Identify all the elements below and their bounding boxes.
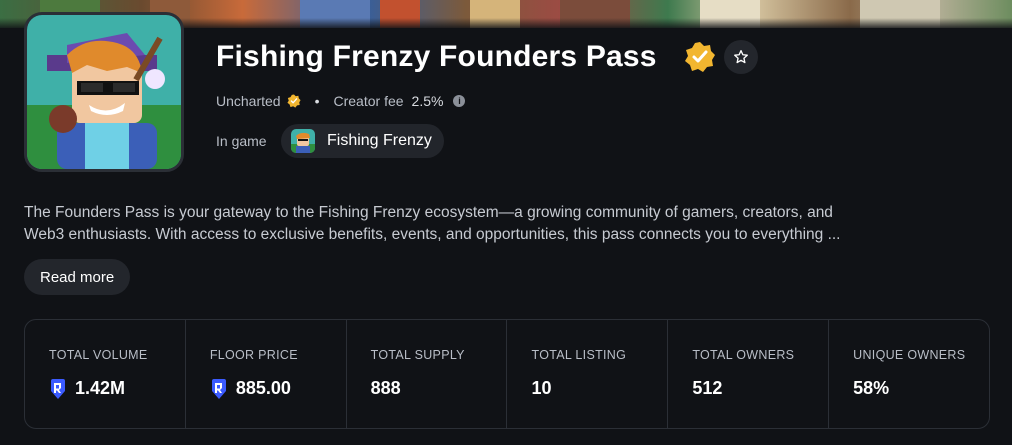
stat-total-volume: TOTAL VOLUME 1.42M (25, 320, 186, 428)
ronin-coin-icon (51, 378, 65, 399)
collection-description: The Founders Pass is your gateway to the… (24, 202, 964, 246)
stat-value: 10 (531, 378, 667, 399)
stat-value: 888 (371, 378, 507, 399)
stat-number: 512 (692, 378, 723, 398)
game-name: Fishing Frenzy (327, 132, 432, 149)
stat-label: TOTAL LISTING (531, 348, 627, 362)
stat-value: 512 (692, 378, 828, 399)
creator-fee-value: 2.5% (411, 93, 444, 109)
stat-number: 58% (853, 378, 890, 398)
game-thumbnail-icon (291, 129, 315, 153)
creator-link[interactable]: Uncharted (216, 93, 281, 109)
stat-label: UNIQUE OWNERS (853, 348, 966, 362)
collection-avatar (24, 12, 184, 172)
stat-floor-price: FLOOR PRICE 885.00 (186, 320, 347, 428)
description-line: Web3 enthusiasts. With access to exclusi… (24, 226, 841, 243)
info-icon[interactable]: i (453, 95, 466, 107)
favorite-button[interactable] (724, 40, 758, 74)
stat-value: 885.00 (210, 378, 346, 399)
in-game-label: In game (216, 133, 267, 149)
stat-value: 1.42M (49, 378, 185, 399)
star-icon (734, 50, 748, 64)
stat-label: TOTAL OWNERS (692, 348, 795, 362)
stat-label: TOTAL SUPPLY (370, 348, 465, 362)
stat-value: 58% (853, 378, 989, 399)
collection-title: Fishing Frenzy Founders Pass (216, 40, 657, 73)
avatar-illustration (27, 15, 181, 169)
creator-fee-label: Creator fee (333, 93, 404, 109)
ronin-coin-icon (211, 378, 226, 399)
stat-total-listing: TOTAL LISTING 10 (507, 320, 669, 428)
creator-verified-icon (287, 94, 301, 108)
description-line: The Founders Pass is your gateway to the… (24, 204, 833, 221)
stat-number: 885.00 (235, 378, 291, 398)
collection-meta: Uncharted • Creator fee 2.5% i (216, 92, 466, 110)
stat-label: FLOOR PRICE (209, 348, 298, 362)
stat-number: 1.42M (75, 378, 126, 398)
stats-panel: TOTAL VOLUME 1.42M FLOOR PRICE 885.00 TO… (24, 319, 990, 429)
stat-number: 10 (531, 378, 552, 398)
separator-dot: • (314, 93, 320, 109)
verified-badge-icon (685, 42, 715, 72)
stat-total-supply: TOTAL SUPPLY 888 (347, 320, 508, 428)
stat-total-owners: TOTAL OWNERS 512 (668, 320, 830, 428)
stat-number: 888 (370, 378, 401, 398)
stat-unique-owners: UNIQUE OWNERS 58% (829, 320, 989, 428)
stat-label: TOTAL VOLUME (49, 348, 148, 362)
game-chip[interactable]: Fishing Frenzy (281, 124, 444, 158)
read-more-button[interactable]: Read more (24, 259, 131, 295)
